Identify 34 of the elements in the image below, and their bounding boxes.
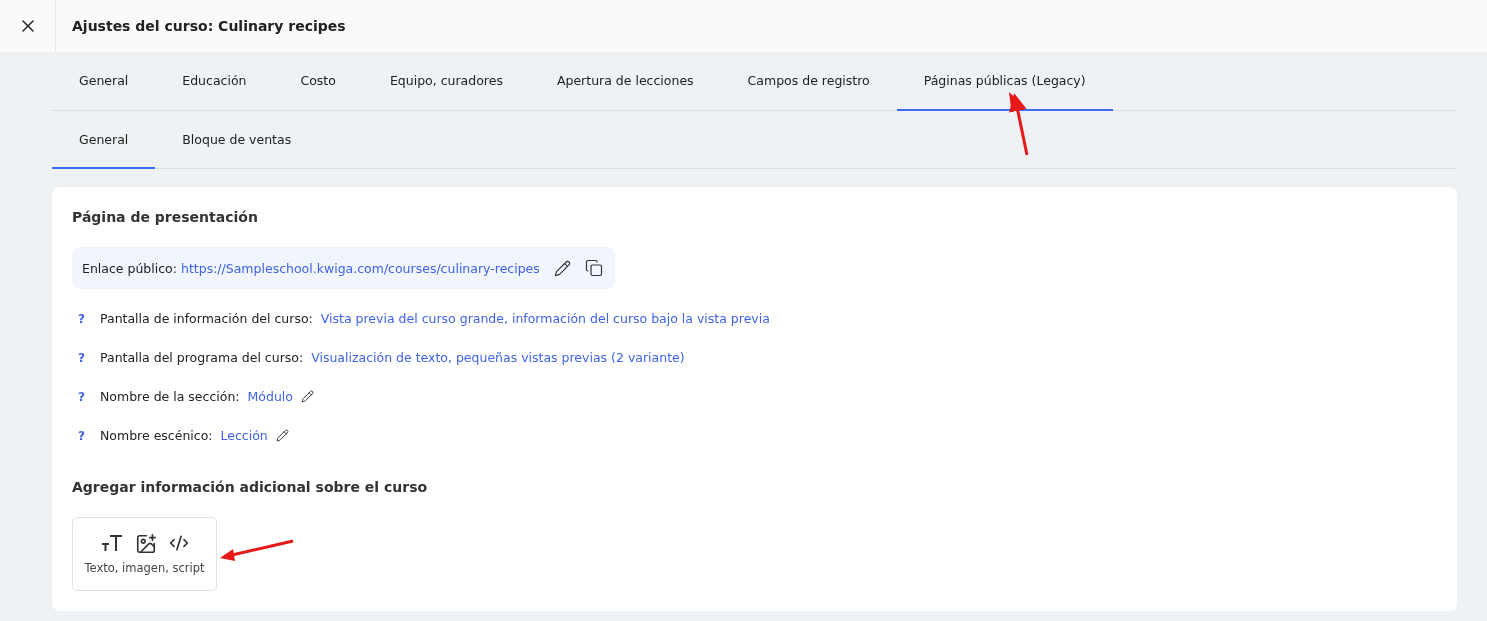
tab[interactable]: Costo	[273, 52, 363, 111]
public-link[interactable]: https://Sampleschool.kwiga.com/courses/culinary-recipes	[180, 260, 540, 276]
copy-icon[interactable]	[584, 259, 603, 277]
setting-value-link[interactable]: Módulo	[247, 389, 293, 404]
tab[interactable]: Apertura de lecciones	[529, 52, 721, 111]
setting-label: Nombre de la sección:	[100, 389, 240, 404]
code-icon	[168, 533, 189, 553]
help-mark[interactable]: ?	[78, 311, 92, 326]
help-mark[interactable]: ?	[78, 389, 92, 404]
tab[interactable]: Equipo, curadores	[362, 52, 530, 111]
section-title: Agregar información adicional sobre el curso	[72, 479, 429, 495]
edit-icon[interactable]	[275, 429, 289, 442]
public-link-label: Enlace público:	[82, 260, 177, 276]
setting-label: Pantalla de información del curso:	[100, 311, 313, 326]
add-content-button[interactable]: Texto, imagen, script	[72, 517, 217, 591]
tab[interactable]: General	[52, 52, 156, 111]
edit-icon[interactable]	[553, 259, 571, 277]
tab[interactable]: Campos de registro	[720, 52, 897, 111]
text-size-icon	[100, 533, 123, 553]
image-plus-icon	[134, 533, 157, 555]
subtab[interactable]: General	[52, 111, 156, 169]
setting-label: Nombre escénico:	[100, 428, 213, 443]
subtab[interactable]: Bloque de ventas	[155, 111, 319, 169]
setting-value-link[interactable]: Vista previa del curso grande, información del curso bajo la vista previa	[320, 311, 770, 326]
annotation-arrow	[1009, 92, 1029, 156]
window-title: Ajustes del curso: Culinary recipes	[72, 18, 346, 34]
edit-icon[interactable]	[300, 390, 314, 403]
tab[interactable]: Educación	[155, 52, 274, 111]
help-mark[interactable]: ?	[78, 428, 92, 443]
setting-value-link[interactable]: Lección	[220, 428, 268, 443]
help-mark[interactable]: ?	[78, 350, 92, 365]
setting-value-link[interactable]: Visualización de texto, pequeñas vistas previas (2 variante)	[311, 350, 685, 365]
section-title: Página de presentación	[72, 209, 259, 225]
setting-label: Pantalla del programa del curso:	[100, 350, 304, 365]
